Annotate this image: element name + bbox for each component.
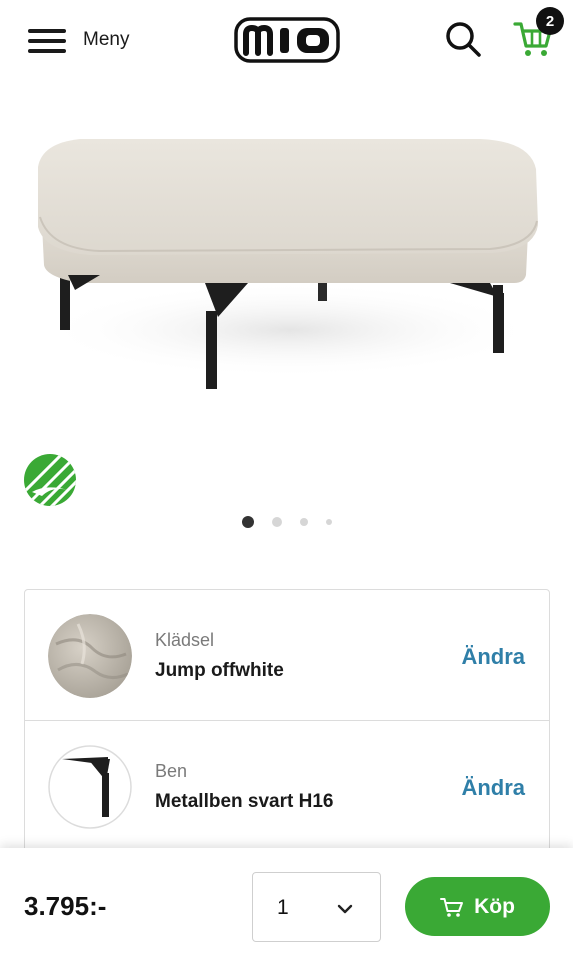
carousel-dot-3[interactable]	[299, 518, 308, 526]
quantity-select[interactable]: 1	[252, 872, 381, 942]
cart-icon	[440, 897, 464, 917]
purchase-bar: 3.795:- 1 Köp	[0, 848, 573, 960]
option-category-label: Klädsel	[155, 630, 215, 650]
chevron-down-icon	[337, 904, 353, 914]
option-category-label: Ben	[155, 761, 188, 781]
search-icon[interactable]	[444, 20, 482, 58]
menu-button[interactable]: Meny	[28, 22, 129, 58]
change-upholstery-link[interactable]: Ändra	[461, 644, 525, 670]
product-options: Klädsel Jump offwhite Ändra Ben Metallbe…	[24, 589, 550, 889]
carousel-dots	[0, 516, 573, 528]
nordic-swan-ecolabel-icon	[24, 454, 76, 506]
fabric-swatch-thumbnail	[48, 614, 132, 698]
hamburger-icon	[28, 26, 66, 54]
carousel-dot-2[interactable]	[271, 517, 282, 527]
header: Meny 2	[0, 0, 573, 80]
menu-label: Meny	[83, 29, 130, 50]
carousel-dot-1[interactable]	[241, 516, 254, 528]
leg-thumbnail	[48, 745, 132, 829]
mio-logo[interactable]	[234, 16, 340, 64]
price: 3.795:-	[24, 891, 107, 921]
cart-count-badge: 2	[536, 7, 564, 35]
buy-button[interactable]: Köp	[405, 877, 550, 936]
option-row-upholstery[interactable]: Klädsel Jump offwhite Ändra	[25, 590, 549, 721]
quantity-value: 1	[277, 896, 289, 919]
option-selected-value: Metallben svart H16	[155, 791, 334, 812]
option-row-legs[interactable]: Ben Metallben svart H16 Ändra	[25, 721, 549, 852]
buy-label: Köp	[474, 894, 515, 918]
product-image[interactable]	[20, 125, 560, 405]
change-legs-link[interactable]: Ändra	[461, 775, 525, 801]
option-selected-value: Jump offwhite	[155, 660, 284, 681]
carousel-dot-4[interactable]	[325, 519, 332, 525]
